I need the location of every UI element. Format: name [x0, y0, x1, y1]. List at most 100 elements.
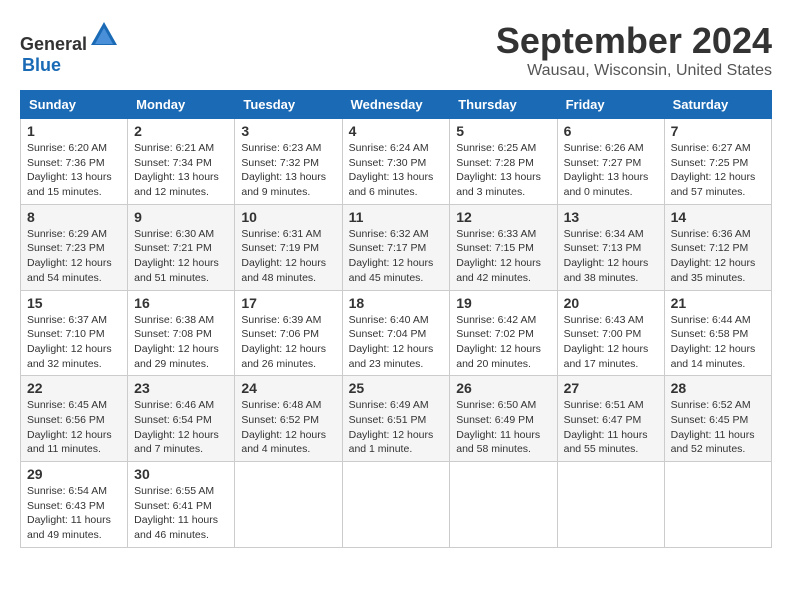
- day-info: Sunrise: 6:21 AM Sunset: 7:34 PM Dayligh…: [134, 141, 228, 200]
- day-info: Sunrise: 6:36 AM Sunset: 7:12 PM Dayligh…: [671, 227, 765, 286]
- day-number: 4: [349, 123, 444, 139]
- day-cell: 28 Sunrise: 6:52 AM Sunset: 6:45 PM Dayli…: [664, 376, 771, 462]
- day-cell: 1 Sunrise: 6:20 AM Sunset: 7:36 PM Daylig…: [21, 119, 128, 205]
- day-number: 16: [134, 295, 228, 311]
- logo-text: General Blue: [20, 20, 119, 76]
- day-info: Sunrise: 6:32 AM Sunset: 7:17 PM Dayligh…: [349, 227, 444, 286]
- day-cell: 14 Sunrise: 6:36 AM Sunset: 7:12 PM Dayli…: [664, 204, 771, 290]
- day-number: 29: [27, 466, 121, 482]
- day-cell: 30 Sunrise: 6:55 AM Sunset: 6:41 PM Dayli…: [128, 462, 235, 548]
- logo: General Blue: [20, 20, 119, 76]
- day-info: Sunrise: 6:45 AM Sunset: 6:56 PM Dayligh…: [27, 398, 121, 457]
- day-cell: 20 Sunrise: 6:43 AM Sunset: 7:00 PM Dayli…: [557, 290, 664, 376]
- day-number: 26: [456, 380, 550, 396]
- day-info: Sunrise: 6:34 AM Sunset: 7:13 PM Dayligh…: [564, 227, 658, 286]
- day-info: Sunrise: 6:23 AM Sunset: 7:32 PM Dayligh…: [241, 141, 335, 200]
- day-number: 28: [671, 380, 765, 396]
- weekday-header-friday: Friday: [557, 91, 664, 119]
- day-cell: 10 Sunrise: 6:31 AM Sunset: 7:19 PM Dayli…: [235, 204, 342, 290]
- day-cell: 8Sunrise: 6:29 AM Sunset: 7:23 PM Daylig…: [21, 204, 128, 290]
- day-cell: [235, 462, 342, 548]
- day-cell: 5 Sunrise: 6:25 AM Sunset: 7:28 PM Daylig…: [450, 119, 557, 205]
- day-info: Sunrise: 6:29 AM Sunset: 7:23 PM Dayligh…: [27, 227, 121, 286]
- day-cell: [664, 462, 771, 548]
- day-info: Sunrise: 6:24 AM Sunset: 7:30 PM Dayligh…: [349, 141, 444, 200]
- day-number: 21: [671, 295, 765, 311]
- day-info: Sunrise: 6:46 AM Sunset: 6:54 PM Dayligh…: [134, 398, 228, 457]
- day-cell: 12 Sunrise: 6:33 AM Sunset: 7:15 PM Dayli…: [450, 204, 557, 290]
- weekday-header-sunday: Sunday: [21, 91, 128, 119]
- day-number: 20: [564, 295, 658, 311]
- day-number: 13: [564, 209, 658, 225]
- logo-general: General: [20, 34, 87, 54]
- logo-blue: Blue: [22, 55, 61, 75]
- day-info: Sunrise: 6:55 AM Sunset: 6:41 PM Dayligh…: [134, 484, 228, 543]
- day-number: 5: [456, 123, 550, 139]
- day-number: 27: [564, 380, 658, 396]
- day-cell: 26 Sunrise: 6:50 AM Sunset: 6:49 PM Dayli…: [450, 376, 557, 462]
- day-info: Sunrise: 6:33 AM Sunset: 7:15 PM Dayligh…: [456, 227, 550, 286]
- day-cell: 4 Sunrise: 6:24 AM Sunset: 7:30 PM Daylig…: [342, 119, 450, 205]
- weekday-header-monday: Monday: [128, 91, 235, 119]
- day-info: Sunrise: 6:30 AM Sunset: 7:21 PM Dayligh…: [134, 227, 228, 286]
- day-number: 1: [27, 123, 121, 139]
- day-number: 23: [134, 380, 228, 396]
- day-cell: 11 Sunrise: 6:32 AM Sunset: 7:17 PM Dayli…: [342, 204, 450, 290]
- day-cell: 24 Sunrise: 6:48 AM Sunset: 6:52 PM Dayli…: [235, 376, 342, 462]
- day-info: Sunrise: 6:54 AM Sunset: 6:43 PM Dayligh…: [27, 484, 121, 543]
- weekday-header-thursday: Thursday: [450, 91, 557, 119]
- day-number: 19: [456, 295, 550, 311]
- day-cell: 27 Sunrise: 6:51 AM Sunset: 6:47 PM Dayli…: [557, 376, 664, 462]
- day-info: Sunrise: 6:31 AM Sunset: 7:19 PM Dayligh…: [241, 227, 335, 286]
- day-cell: 6 Sunrise: 6:26 AM Sunset: 7:27 PM Daylig…: [557, 119, 664, 205]
- day-number: 10: [241, 209, 335, 225]
- page-header: General Blue September 2024 Wausau, Wisc…: [20, 20, 772, 80]
- weekday-header-tuesday: Tuesday: [235, 91, 342, 119]
- day-info: Sunrise: 6:27 AM Sunset: 7:25 PM Dayligh…: [671, 141, 765, 200]
- day-info: Sunrise: 6:38 AM Sunset: 7:08 PM Dayligh…: [134, 313, 228, 372]
- day-number: 24: [241, 380, 335, 396]
- day-number: 7: [671, 123, 765, 139]
- day-number: 30: [134, 466, 228, 482]
- day-info: Sunrise: 6:39 AM Sunset: 7:06 PM Dayligh…: [241, 313, 335, 372]
- week-row-4: 22 Sunrise: 6:45 AM Sunset: 6:56 PM Dayli…: [21, 376, 772, 462]
- day-info: Sunrise: 6:42 AM Sunset: 7:02 PM Dayligh…: [456, 313, 550, 372]
- day-number: 22: [27, 380, 121, 396]
- day-info: Sunrise: 6:40 AM Sunset: 7:04 PM Dayligh…: [349, 313, 444, 372]
- day-number: 11: [349, 209, 444, 225]
- day-number: 17: [241, 295, 335, 311]
- month-title: September 2024: [496, 20, 772, 62]
- day-number: 9: [134, 209, 228, 225]
- day-cell: 23 Sunrise: 6:46 AM Sunset: 6:54 PM Dayli…: [128, 376, 235, 462]
- day-info: Sunrise: 6:37 AM Sunset: 7:10 PM Dayligh…: [27, 313, 121, 372]
- day-cell: 21 Sunrise: 6:44 AM Sunset: 6:58 PM Dayli…: [664, 290, 771, 376]
- day-info: Sunrise: 6:50 AM Sunset: 6:49 PM Dayligh…: [456, 398, 550, 457]
- day-info: Sunrise: 6:52 AM Sunset: 6:45 PM Dayligh…: [671, 398, 765, 457]
- weekday-header-row: SundayMondayTuesdayWednesdayThursdayFrid…: [21, 91, 772, 119]
- day-info: Sunrise: 6:20 AM Sunset: 7:36 PM Dayligh…: [27, 141, 121, 200]
- day-cell: 16 Sunrise: 6:38 AM Sunset: 7:08 PM Dayli…: [128, 290, 235, 376]
- day-cell: [557, 462, 664, 548]
- weekday-header-saturday: Saturday: [664, 91, 771, 119]
- day-cell: 9 Sunrise: 6:30 AM Sunset: 7:21 PM Daylig…: [128, 204, 235, 290]
- week-row-1: 1 Sunrise: 6:20 AM Sunset: 7:36 PM Daylig…: [21, 119, 772, 205]
- day-number: 14: [671, 209, 765, 225]
- day-number: 6: [564, 123, 658, 139]
- day-info: Sunrise: 6:44 AM Sunset: 6:58 PM Dayligh…: [671, 313, 765, 372]
- day-number: 25: [349, 380, 444, 396]
- calendar-table: SundayMondayTuesdayWednesdayThursdayFrid…: [20, 90, 772, 548]
- day-cell: 7 Sunrise: 6:27 AM Sunset: 7:25 PM Daylig…: [664, 119, 771, 205]
- day-info: Sunrise: 6:43 AM Sunset: 7:00 PM Dayligh…: [564, 313, 658, 372]
- day-cell: [450, 462, 557, 548]
- day-cell: 22 Sunrise: 6:45 AM Sunset: 6:56 PM Dayli…: [21, 376, 128, 462]
- day-info: Sunrise: 6:51 AM Sunset: 6:47 PM Dayligh…: [564, 398, 658, 457]
- day-info: Sunrise: 6:26 AM Sunset: 7:27 PM Dayligh…: [564, 141, 658, 200]
- day-info: Sunrise: 6:48 AM Sunset: 6:52 PM Dayligh…: [241, 398, 335, 457]
- day-number: 15: [27, 295, 121, 311]
- day-number: 2: [134, 123, 228, 139]
- day-cell: 2 Sunrise: 6:21 AM Sunset: 7:34 PM Daylig…: [128, 119, 235, 205]
- day-info: Sunrise: 6:49 AM Sunset: 6:51 PM Dayligh…: [349, 398, 444, 457]
- day-number: 12: [456, 209, 550, 225]
- location-title: Wausau, Wisconsin, United States: [496, 62, 772, 80]
- day-info: Sunrise: 6:25 AM Sunset: 7:28 PM Dayligh…: [456, 141, 550, 200]
